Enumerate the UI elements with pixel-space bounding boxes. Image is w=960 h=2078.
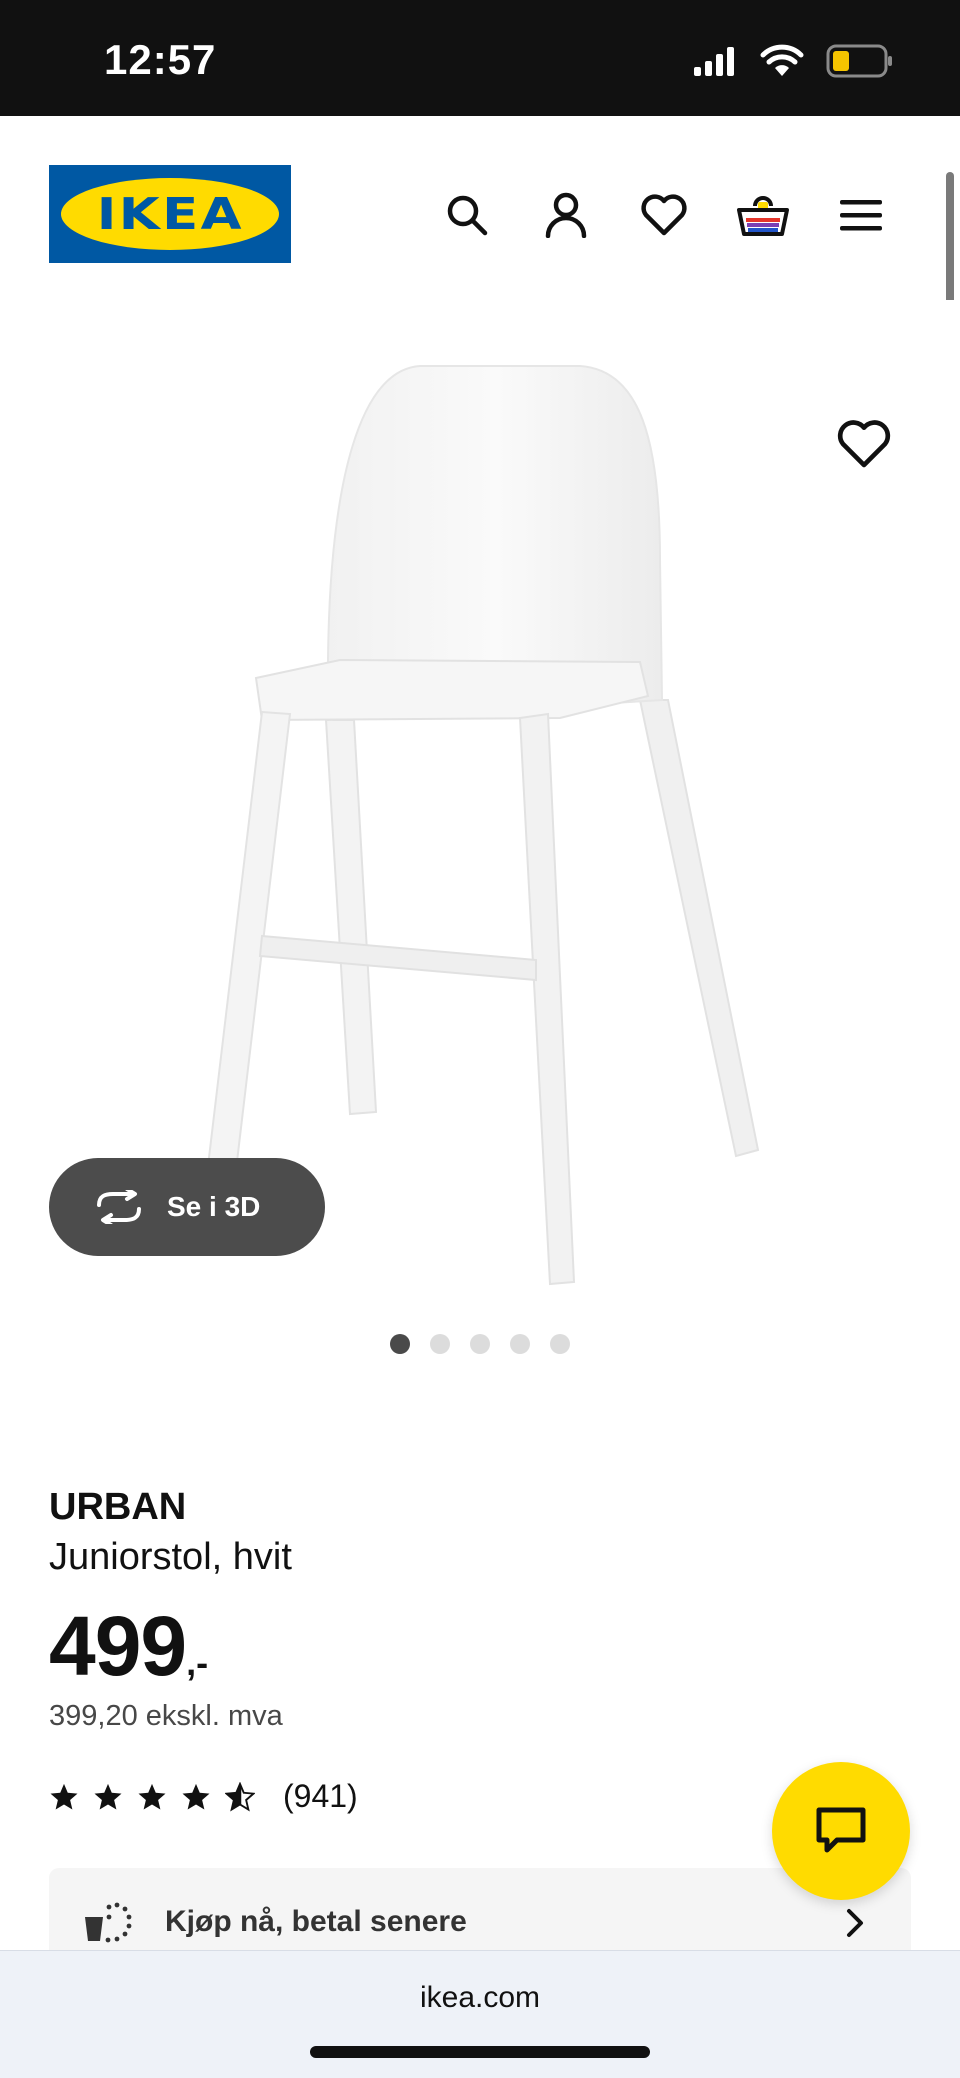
- home-indicator[interactable]: [310, 2046, 650, 2058]
- product-description: Juniorstol, hvit: [49, 1536, 292, 1578]
- product-rating[interactable]: (941): [49, 1778, 358, 1815]
- chat-icon: [816, 1807, 866, 1853]
- browser-address-bar[interactable]: ikea.com: [0, 1950, 960, 2078]
- gallery-dot[interactable]: [550, 1334, 570, 1354]
- logo-oval: IKEA: [61, 178, 279, 250]
- ikea-logo[interactable]: IKEA: [49, 165, 291, 263]
- add-to-favourites-icon[interactable]: [836, 418, 892, 474]
- site-header: IKEA: [0, 116, 960, 296]
- gallery-dot[interactable]: [390, 1334, 410, 1354]
- favourites-icon[interactable]: [637, 188, 691, 242]
- payment-basket-icon: [85, 1902, 132, 1943]
- status-icons: [692, 44, 894, 78]
- chat-button[interactable]: [772, 1762, 910, 1900]
- gallery-dot[interactable]: [430, 1334, 450, 1354]
- wifi-icon: [760, 44, 804, 76]
- product-image[interactable]: [0, 300, 960, 1300]
- view-in-3d-label: Se i 3D: [167, 1191, 261, 1222]
- rotate-3d-icon: [97, 1190, 141, 1224]
- search-icon[interactable]: [440, 188, 494, 242]
- gallery-dot[interactable]: [510, 1334, 530, 1354]
- star-icon: [182, 1783, 210, 1809]
- basket-icon[interactable]: [736, 188, 790, 242]
- gallery-pagination: [0, 1334, 960, 1354]
- product-name: URBAN: [49, 1486, 187, 1528]
- signal-icon: [694, 47, 734, 76]
- url-text[interactable]: ikea.com: [0, 1981, 960, 2015]
- price-integer: 499: [49, 1599, 187, 1693]
- account-icon[interactable]: [539, 188, 593, 242]
- star-icon: [138, 1783, 166, 1809]
- star-icon: [94, 1783, 122, 1809]
- rating-count: (941): [283, 1778, 358, 1814]
- gallery-dot[interactable]: [470, 1334, 490, 1354]
- status-bar: 12:57: [0, 0, 960, 116]
- bnpl-label: Kjøp nå, betal senere: [165, 1905, 467, 1938]
- product-price: 499,-: [49, 1598, 208, 1695]
- chevron-right-icon: [847, 1909, 863, 1937]
- star-icon: [50, 1783, 78, 1809]
- logo-text: IKEA: [96, 188, 244, 240]
- price-excl-vat: 399,20 ekskl. mva: [49, 1700, 283, 1732]
- rating-stars: [49, 1781, 255, 1812]
- status-time: 12:57: [104, 36, 217, 83]
- view-in-3d-button[interactable]: Se i 3D: [49, 1158, 325, 1256]
- menu-icon[interactable]: [834, 188, 888, 242]
- price-suffix: ,-: [186, 1642, 209, 1683]
- battery-icon: [826, 44, 892, 78]
- half-star-icon: [225, 1781, 255, 1811]
